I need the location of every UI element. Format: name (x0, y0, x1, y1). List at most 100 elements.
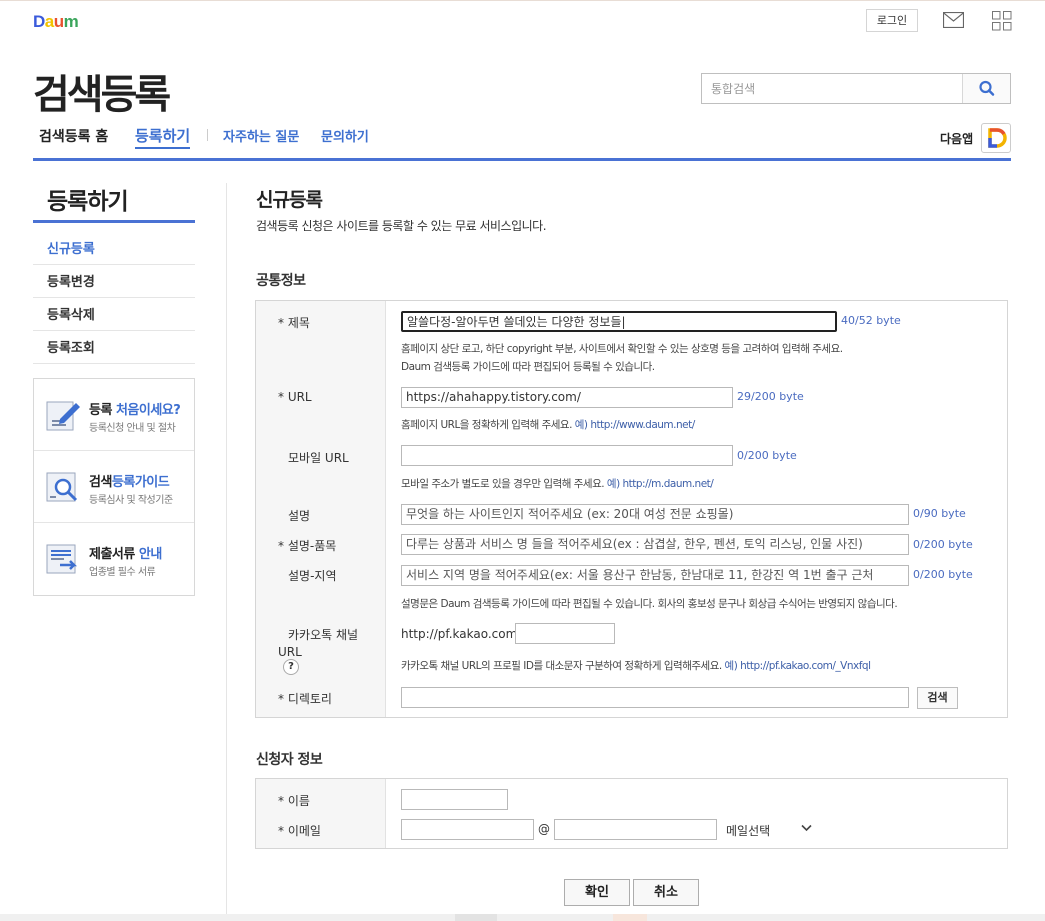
search-box (701, 73, 1011, 104)
product-byte-count: 0/200 byte (913, 538, 973, 551)
directory-search-button[interactable]: 검색 (917, 687, 958, 709)
mail-icon[interactable] (943, 12, 964, 28)
confirm-button[interactable]: 확인 (564, 879, 630, 906)
label-column (256, 779, 386, 848)
description-help: 설명문은 Daum 검색등록 가이드에 따라 편집될 수 있습니다. 회사의 홍… (401, 598, 898, 610)
email-id-input[interactable] (401, 819, 534, 840)
guide-sub: 등록신청 안내 및 절차 (89, 423, 176, 434)
mobile-url-label: 모바일 URL (288, 451, 349, 465)
lnb-divider (33, 220, 195, 223)
guide-title-b: 안내 (138, 547, 162, 562)
title-byte-count: 40/52 byte (841, 314, 901, 327)
guide-title-a: 등록 (89, 403, 116, 418)
page-title: 검색등록 (33, 72, 171, 118)
help-question-icon[interactable]: ? (283, 659, 299, 675)
email-label: * 이메일 (278, 824, 321, 838)
kakao-help: 카카오톡 채널 URL의 프로필 ID를 대소문자 구분하여 정확하게 입력해주… (401, 658, 871, 673)
kakao-prefix: http://pf.kakao.com/ (401, 627, 522, 641)
title-help: 홈페이지 상단 로고, 하단 copyright 부분, 사이트에서 확인할 수… (401, 343, 843, 355)
lnb-item-change[interactable]: 등록변경 (33, 265, 195, 298)
email-at: @ (538, 822, 550, 836)
applicant-section-title: 신청자 정보 (256, 752, 323, 768)
directory-input[interactable] (401, 687, 909, 708)
name-input[interactable] (401, 789, 508, 810)
search-input[interactable] (702, 74, 962, 103)
lnb-item-new[interactable]: 신규등록 (33, 232, 195, 265)
email-domain-select[interactable]: 메일선택 (726, 822, 770, 839)
guide-title-a: 검색 (89, 475, 112, 490)
daum-app-button[interactable] (981, 123, 1011, 153)
kakao-label: 카카오톡 채널 (288, 628, 359, 642)
content-title: 신규등록 (256, 189, 323, 211)
mobile-url-help-text: 모바일 주소가 별도로 있을 경우만 입력해 주세요. (401, 478, 607, 490)
title-input[interactable]: 알쓸다정-알아두면 쓸데있는 다양한 정보들| (401, 311, 837, 332)
guide-title-b: 처음이세요? (115, 403, 181, 418)
mobile-url-help: 모바일 주소가 별도로 있을 경우만 입력해 주세요. 예) http://m.… (401, 476, 714, 491)
logo-letter: a (44, 12, 54, 31)
guide-documents[interactable]: 제출서류 안내 업종별 필수 서류 (34, 523, 194, 595)
url-help-text: 홈페이지 URL을 정확하게 입력해 주세요. (401, 419, 575, 431)
mobile-url-input[interactable] (401, 445, 733, 466)
mobile-url-byte-count: 0/200 byte (737, 449, 797, 462)
url-input[interactable]: https://ahahappy.tistory.com/ (401, 387, 733, 408)
search-button[interactable] (962, 74, 1010, 103)
column-divider (226, 183, 227, 921)
area-byte-count: 0/200 byte (913, 568, 973, 581)
nav-home[interactable]: 검색등록 홈 (39, 126, 108, 146)
nav-register[interactable]: 등록하기 (135, 125, 191, 149)
logo-letter: u (53, 12, 64, 31)
guide-register-guide[interactable]: 검색등록가이드 등록심사 및 작성기준 (34, 451, 194, 523)
daum-app-icon (988, 128, 1007, 148)
content-description: 검색등록 신청은 사이트를 등록할 수 있는 무료 서비스입니다. (256, 219, 547, 233)
lnb-menu: 신규등록 등록변경 등록삭제 등록조회 (33, 232, 195, 364)
guide-title-a: 제출서류 (89, 547, 139, 562)
bottom-scrollbar[interactable] (0, 914, 1045, 921)
guide-title: 등록 처음이세요? (89, 399, 181, 418)
lnb-item-delete[interactable]: 등록삭제 (33, 298, 195, 331)
lnb-title: 등록하기 (47, 189, 129, 215)
common-section-title: 공통정보 (256, 273, 306, 289)
header-divider (33, 158, 1011, 161)
guide-sub: 등록심사 및 작성기준 (89, 495, 173, 506)
mobile-url-help-example: 예) http://m.daum.net/ (606, 478, 714, 490)
daum-app-label[interactable]: 다음앱 (940, 130, 973, 147)
guide-first-time[interactable]: 등록 처음이세요? 등록신청 안내 및 절차 (34, 379, 194, 451)
magnifier-doc-icon (46, 472, 78, 502)
scroll-segment (613, 914, 647, 921)
nav-faq[interactable]: 자주하는 질문 (223, 126, 299, 145)
email-domain-input[interactable] (554, 819, 717, 840)
login-button[interactable]: 로그인 (866, 9, 918, 32)
directory-label: * 디렉토리 (278, 692, 332, 706)
applicant-form: * 이름 * 이메일 @ 메일선택 (255, 778, 1008, 849)
area-input[interactable]: 서비스 지역 명을 적어주세요(ex: 서울 용산구 한남동, 한남대로 11,… (401, 565, 909, 586)
description-label: 설명 (288, 509, 311, 523)
url-label: * URL (278, 390, 312, 404)
description-input[interactable]: 무엇을 하는 사이트인지 적어주세요 (ex: 20대 여성 전문 쇼핑몰) (401, 504, 909, 525)
search-icon (979, 80, 995, 96)
scroll-segment (455, 914, 497, 921)
logo-letter: D (33, 12, 45, 31)
url-help: 홈페이지 URL을 정확하게 입력해 주세요. 예) http://www.da… (401, 417, 695, 432)
guide-title: 검색등록가이드 (89, 471, 170, 490)
product-input[interactable]: 다루는 상품과 서비스 명 들을 적어주세요(ex : 삼겹살, 한우, 펜션,… (401, 534, 909, 555)
product-label: * 설명-품목 (278, 539, 337, 553)
title-help-2: Daum 검색등록 가이드에 따라 편집되어 등록될 수 있습니다. (401, 361, 655, 373)
kakao-help-example: 예) http://pf.kakao.com/_Vnxfql (724, 660, 871, 672)
top-border (0, 0, 1045, 1)
daum-logo[interactable]: Daum (33, 12, 79, 32)
name-label: * 이름 (278, 794, 310, 808)
description-byte-count: 0/90 byte (913, 507, 966, 520)
nav-inquiry[interactable]: 문의하기 (321, 126, 369, 145)
document-arrow-icon (46, 544, 78, 574)
apps-grid-icon[interactable] (992, 11, 1012, 31)
pencil-doc-icon (46, 401, 80, 431)
common-info-form: * 제목 알쓸다정-알아두면 쓸데있는 다양한 정보들| 40/52 byte … (255, 300, 1008, 718)
guide-title: 제출서류 안내 (89, 543, 162, 562)
lnb-item-lookup[interactable]: 등록조회 (33, 331, 195, 364)
nav-divider (207, 129, 208, 141)
lnb-guide-box: 등록 처음이세요? 등록신청 안내 및 절차 검색등록가이드 등록심사 및 작성… (33, 378, 195, 596)
cancel-button[interactable]: 취소 (633, 879, 699, 906)
chevron-down-icon[interactable] (801, 824, 812, 832)
kakao-id-input[interactable] (515, 623, 615, 644)
guide-title-b: 등록가이드 (111, 475, 170, 490)
